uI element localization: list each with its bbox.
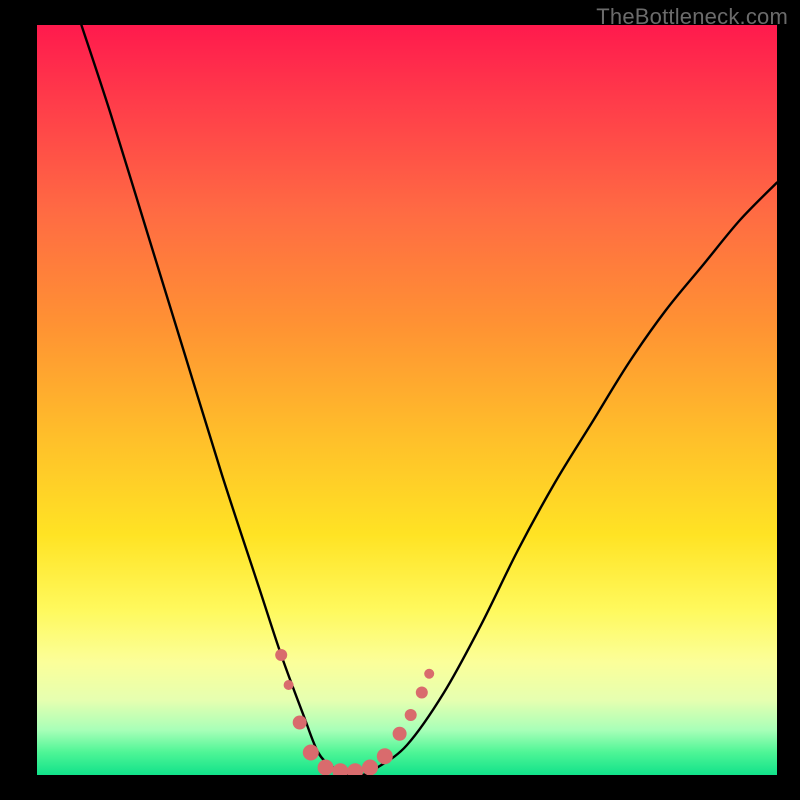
curve-marker xyxy=(293,716,307,730)
curve-marker xyxy=(275,649,287,661)
chart-plot-area xyxy=(37,25,777,775)
curve-marker xyxy=(303,745,319,761)
curve-marker xyxy=(393,727,407,741)
curve-marker xyxy=(362,760,378,776)
curve-marker xyxy=(347,763,363,775)
bottleneck-curve xyxy=(81,25,777,775)
curve-marker xyxy=(332,763,348,775)
curve-marker xyxy=(424,669,434,679)
chart-frame: TheBottleneck.com xyxy=(0,0,800,800)
curve-marker xyxy=(284,680,294,690)
curve-marker xyxy=(416,687,428,699)
curve-marker xyxy=(377,748,393,764)
curve-markers xyxy=(275,649,434,775)
curve-marker xyxy=(405,709,417,721)
chart-svg xyxy=(37,25,777,775)
curve-marker xyxy=(318,760,334,776)
watermark-text: TheBottleneck.com xyxy=(596,4,788,30)
